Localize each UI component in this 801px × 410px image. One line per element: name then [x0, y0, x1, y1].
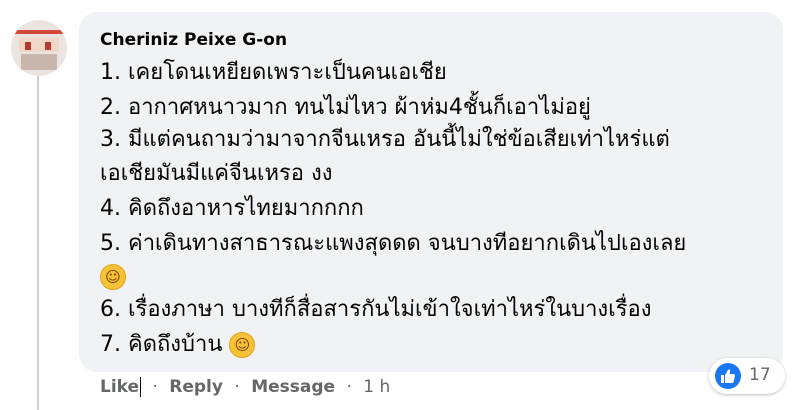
comment-line-4: 4. คิดถึงอาหารไทยมากกกก [100, 196, 364, 221]
comment-line-1: 1. เคยโดนเหยียดเพราะเป็นคนเอเชีย [100, 60, 447, 85]
comment-line-3: 3. มีแต่คนถามว่ามาจากจีนเหรอ อันนี้ไม่ใช… [100, 127, 670, 152]
comment-line-6: 6. เรื่องภาษา บางทีก็สื่อสารกันไม่เข้าใจ… [100, 297, 652, 322]
text-cursor [140, 377, 142, 397]
reaction-summary[interactable]: 17 [709, 358, 785, 394]
reaction-count: 17 [749, 365, 771, 385]
comment-line-5: 5. ค่าเดินทางสาธารณะแพงสุดดด จนบางทีอยาก… [100, 231, 687, 256]
comment-author[interactable]: Cheriniz Peixe G-on [100, 30, 287, 50]
timestamp[interactable]: 1 h [363, 377, 390, 397]
rolling-laughing-emoji-icon: ☺ [100, 264, 126, 290]
separator: · [152, 377, 158, 397]
separator: · [234, 377, 240, 397]
avatar[interactable] [11, 20, 67, 76]
like-icon [715, 363, 741, 389]
comment-line-7: 7. คิดถึงบ้าน ☺ [100, 330, 256, 360]
comment-line-3-cont: เอเชียมันมีแค่จีนเหรอ งง [100, 161, 333, 186]
message-button[interactable]: Message [251, 377, 335, 397]
comment-line-2: 2. อากาศหนาวมาก ทนไม่ไหว ผ้าห่ม4ชั้นก็เอ… [100, 95, 591, 120]
reply-button[interactable]: Reply [169, 377, 223, 397]
like-button[interactable]: Like [100, 377, 139, 397]
separator: · [346, 377, 352, 397]
emoji-line: ☺ [100, 262, 126, 292]
comment-actions: Like · Reply · Message · 1 h [100, 377, 390, 397]
thread-line [37, 66, 39, 410]
rolling-laughing-emoji-icon: ☺ [229, 332, 256, 358]
comment-line-7-text: 7. คิดถึงบ้าน [100, 332, 223, 357]
